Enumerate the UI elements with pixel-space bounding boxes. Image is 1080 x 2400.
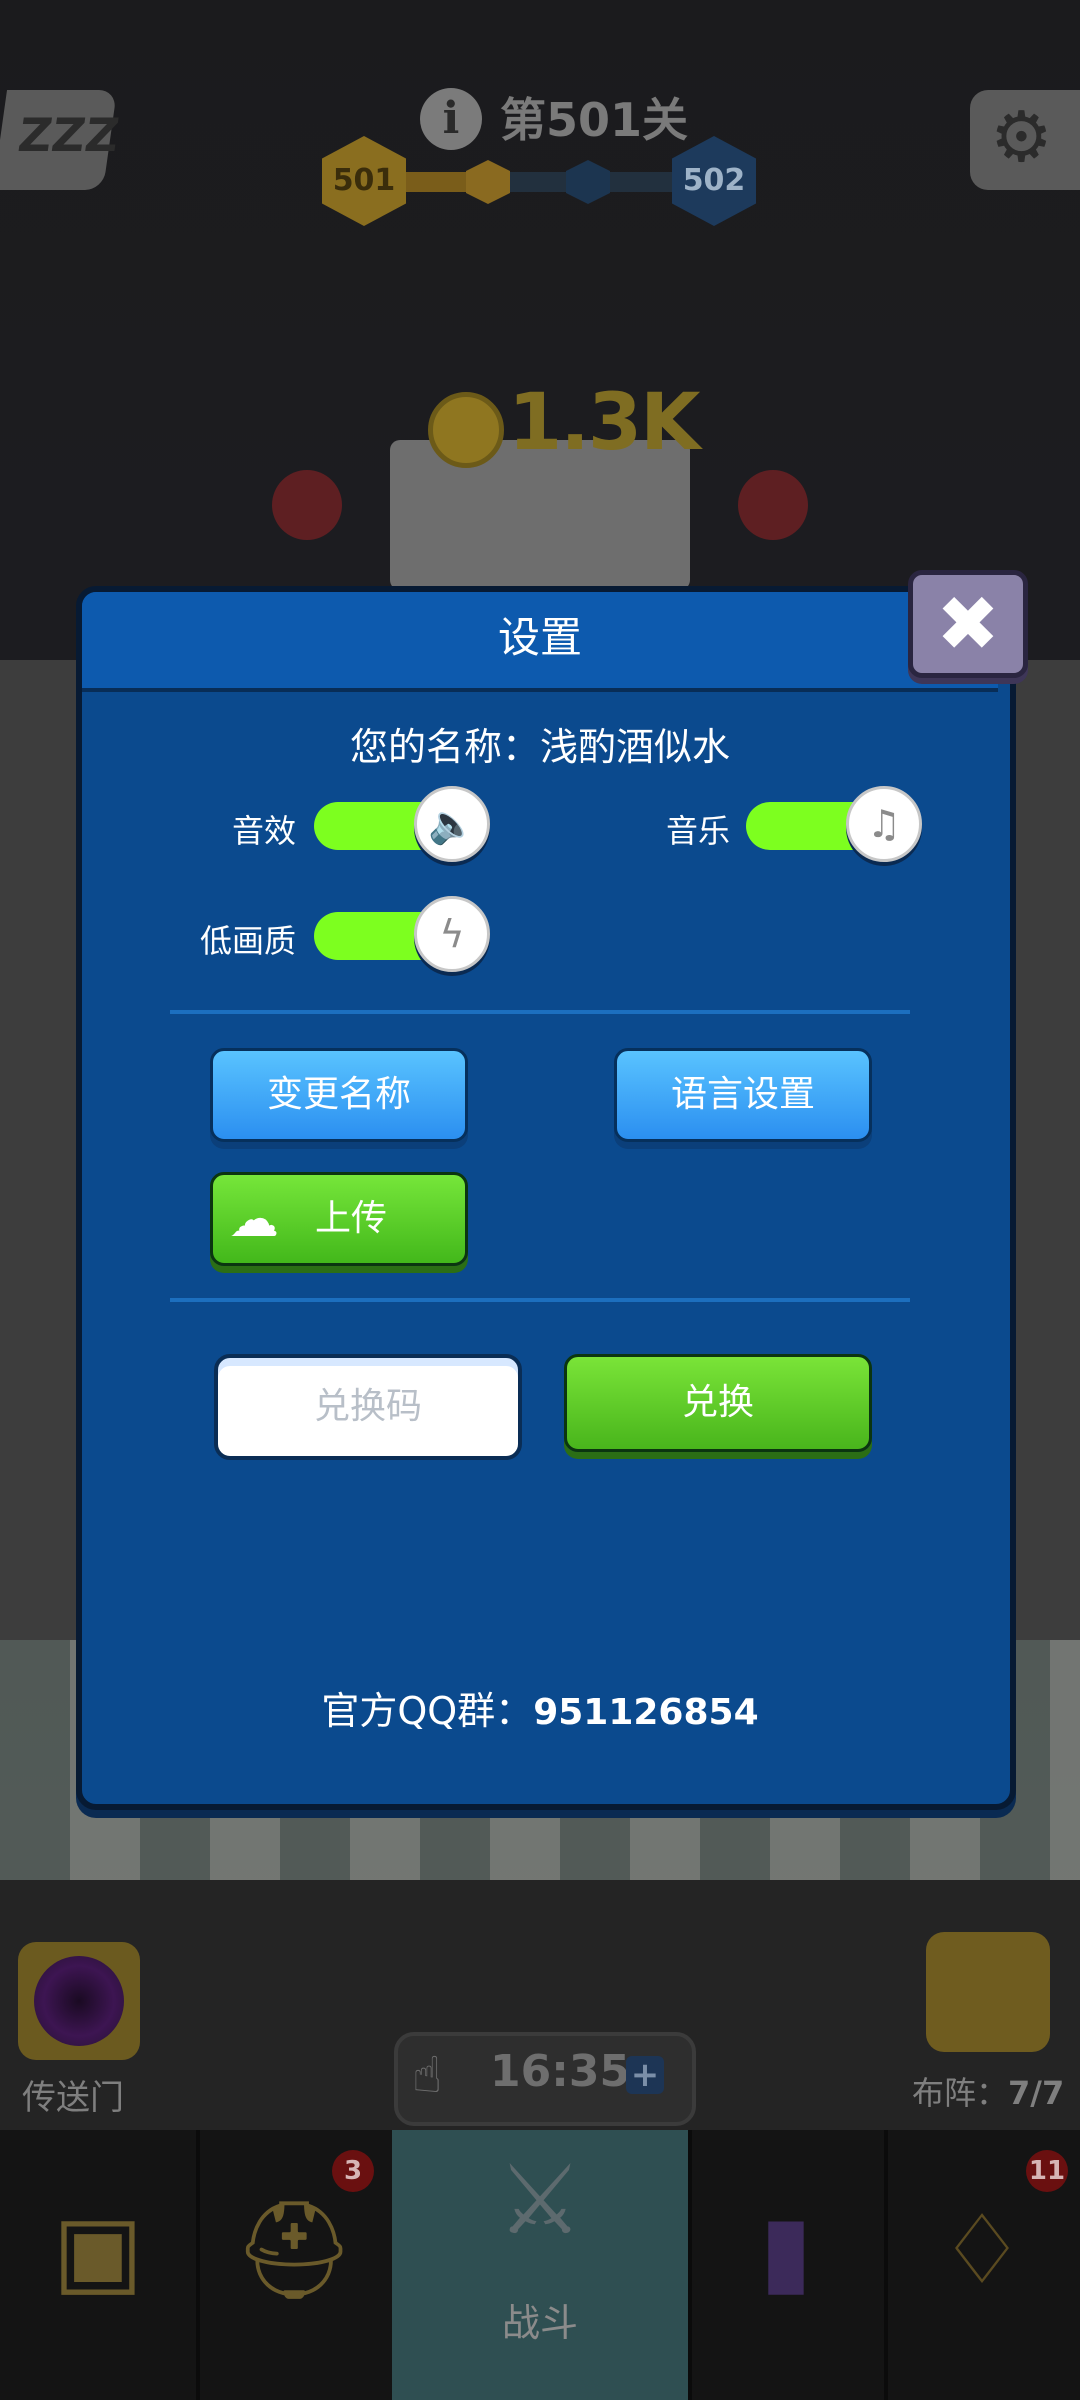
- nav-item-amulet[interactable]: ♢ 11: [884, 2130, 1080, 2400]
- info-icon[interactable]: i: [420, 88, 482, 150]
- spellbook-icon: ▮: [759, 2194, 813, 2306]
- crossed-swords-icon: ⚔: [496, 2144, 584, 2256]
- tower-right: [738, 470, 808, 540]
- portal-button[interactable]: [18, 1942, 140, 2060]
- upload-button[interactable]: ☁ 上传: [210, 1172, 468, 1266]
- settings-button[interactable]: ⚙: [970, 90, 1080, 190]
- upload-label: 上传: [315, 1198, 388, 1239]
- nav-badge: 3: [332, 2150, 374, 2192]
- nav-item-book[interactable]: ▮: [688, 2130, 888, 2400]
- amulet-icon: ♢: [938, 2194, 1026, 2306]
- lightning-icon[interactable]: ϟ: [414, 896, 490, 972]
- sleep-icon: ZZZ: [14, 108, 123, 162]
- dialog-title: 设置: [497, 613, 582, 662]
- speaker-icon[interactable]: 🔈: [414, 786, 490, 862]
- sleep-button[interactable]: ZZZ: [0, 90, 123, 190]
- bottom-nav: ▣ ⛑ 3 ⚔ 战斗 ▮ ♢ 11: [0, 2130, 1080, 2400]
- lineup-count: 7/7: [1008, 2074, 1065, 2112]
- level-title: 第501关: [500, 93, 689, 147]
- low-quality-label: 低画质: [200, 922, 297, 960]
- redeem-button[interactable]: 兑换: [564, 1354, 872, 1452]
- gear-icon: ⚙: [990, 96, 1053, 178]
- nav-item-battle[interactable]: ⚔ 战斗: [392, 2130, 692, 2400]
- tower-left: [272, 470, 342, 540]
- divider: [170, 1010, 910, 1014]
- player-name-line: 您的名称：浅酌酒似水: [82, 716, 998, 771]
- viking-helmet-icon: ⛑: [233, 2194, 355, 2306]
- music-note-icon[interactable]: ♫: [846, 786, 922, 862]
- qq-group-line: 官方QQ群：951126854: [82, 1680, 998, 1735]
- cloud-upload-icon: ☁: [229, 1190, 279, 1248]
- portal-label: 传送门: [22, 2078, 124, 2118]
- qq-label: 官方QQ群：: [321, 1689, 534, 1733]
- lineup-label-text: 布阵：: [912, 2074, 1009, 2112]
- qq-number: 951126854: [533, 1692, 759, 1733]
- timer-value: 16:35: [490, 2046, 631, 2097]
- nav-item-heroes[interactable]: ⛑ 3: [196, 2130, 396, 2400]
- music-label: 音乐: [666, 812, 731, 850]
- player-name: 浅酌酒似水: [540, 725, 731, 769]
- nav-item-chest[interactable]: ▣: [0, 2130, 200, 2400]
- nav-badge: 11: [1026, 2150, 1068, 2192]
- tap-hand-icon: ☝: [412, 2046, 443, 2104]
- divider: [170, 1298, 910, 1302]
- language-settings-button[interactable]: 语言设置: [614, 1048, 872, 1142]
- treasure-chest-icon: ▣: [52, 2194, 144, 2306]
- coin-amount: 1.3K: [508, 378, 701, 468]
- portal-icon: [34, 1956, 124, 2046]
- lineup-label: 布阵：7/7: [912, 2068, 1064, 2114]
- name-label: 您的名称：: [349, 725, 540, 769]
- nav-label-battle: 战斗: [501, 2301, 578, 2345]
- left-scenery: [0, 660, 80, 1640]
- lineup-button[interactable]: [926, 1932, 1050, 2052]
- rename-button[interactable]: 变更名称: [210, 1048, 468, 1142]
- close-button[interactable]: ✖: [908, 570, 1028, 678]
- sound-label: 音效: [232, 812, 297, 850]
- close-icon: ✖: [936, 579, 1000, 668]
- timer-plus-button[interactable]: +: [626, 2056, 664, 2094]
- coin-icon: [428, 392, 504, 468]
- redeem-code-input[interactable]: 兑换码: [214, 1354, 522, 1460]
